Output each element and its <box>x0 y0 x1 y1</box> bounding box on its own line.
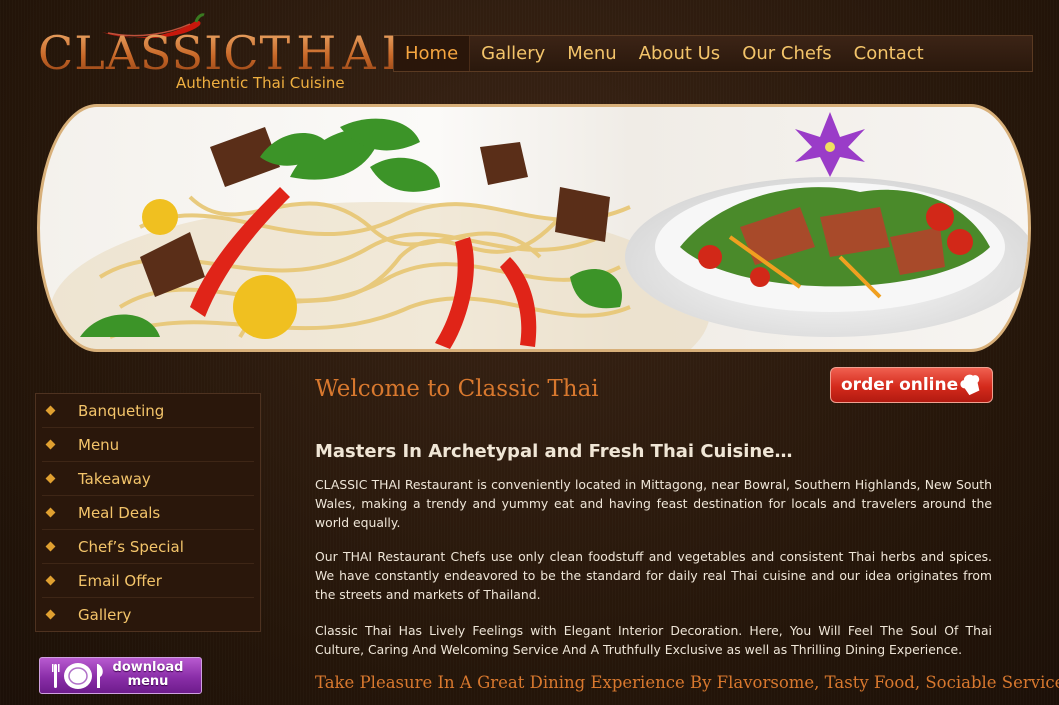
download-line-1: download <box>112 660 184 675</box>
page-title: Welcome to Classic Thai <box>315 376 599 402</box>
bullet-icon <box>45 609 56 620</box>
nav-contact[interactable]: Contact <box>843 36 935 71</box>
thai-dishes-photo <box>50 112 1028 349</box>
sidebar-item-label: Meal Deals <box>78 503 161 522</box>
intro-paragraph-1: CLASSIC THAI Restaurant is conveniently … <box>315 477 992 530</box>
sidebar-item-takeaway[interactable]: Takeaway <box>42 462 254 496</box>
logo-classic: CLASSIC <box>38 26 260 80</box>
order-online-button[interactable]: order online <box>830 367 993 403</box>
download-menu-label: download menu <box>108 661 188 689</box>
sidebar-item-email-offer[interactable]: Email Offer <box>42 564 254 598</box>
bullet-icon <box>45 405 56 416</box>
sidebar-item-label: Banqueting <box>78 401 165 420</box>
intro-paragraph-3: Classic Thai Has Lively Feelings with El… <box>315 623 992 657</box>
bullet-icon <box>45 507 56 518</box>
logo-tagline: Authentic Thai Cuisine <box>176 74 345 92</box>
main-nav: Home Gallery Menu About Us Our Chefs Con… <box>393 35 1033 72</box>
order-online-label: order online <box>841 375 959 395</box>
sidebar-item-label: Chef’s Special <box>78 537 184 556</box>
sidebar-item-banqueting[interactable]: Banqueting <box>42 394 254 428</box>
nav-gallery[interactable]: Gallery <box>470 36 556 71</box>
section-heading: Masters In Archetypal and Fresh Thai Cui… <box>315 441 793 462</box>
sidebar-item-chefs-special[interactable]: Chef’s Special <box>42 530 254 564</box>
bullet-icon <box>45 541 56 552</box>
plate-cutlery-icon <box>52 663 103 689</box>
download-line-2: menu <box>127 674 169 689</box>
logo[interactable]: CLASSICTHAI Authentic Thai Cuisine <box>36 8 356 98</box>
sidebar-menu: Banqueting Menu Takeaway Meal Deals Chef… <box>35 393 261 632</box>
sidebar-item-menu[interactable]: Menu <box>42 428 254 462</box>
nav-menu[interactable]: Menu <box>556 36 627 71</box>
sidebar-item-meal-deals[interactable]: Meal Deals <box>42 496 254 530</box>
hero-banner <box>37 104 1031 352</box>
download-menu-button[interactable]: download menu <box>39 657 202 694</box>
nav-about-us[interactable]: About Us <box>628 36 732 71</box>
sidebar-item-label: Email Offer <box>78 571 162 590</box>
nav-our-chefs[interactable]: Our Chefs <box>731 36 842 71</box>
sidebar-item-label: Takeaway <box>78 469 151 488</box>
bottom-tagline: Take Pleasure In A Great Dining Experien… <box>315 673 1059 692</box>
intro-paragraph-2: Our THAI Restaurant Chefs use only clean… <box>315 549 992 602</box>
bullet-icon <box>45 473 56 484</box>
sidebar-item-label: Menu <box>78 435 120 454</box>
logo-thai: THAI <box>259 26 406 80</box>
chef-hat-icon <box>960 374 980 396</box>
bullet-icon <box>45 575 56 586</box>
sidebar-item-gallery[interactable]: Gallery <box>42 598 254 632</box>
nav-home[interactable]: Home <box>394 36 471 71</box>
logo-title: CLASSICTHAI <box>38 26 406 80</box>
sidebar-item-label: Gallery <box>78 606 132 624</box>
bullet-icon <box>45 439 56 450</box>
